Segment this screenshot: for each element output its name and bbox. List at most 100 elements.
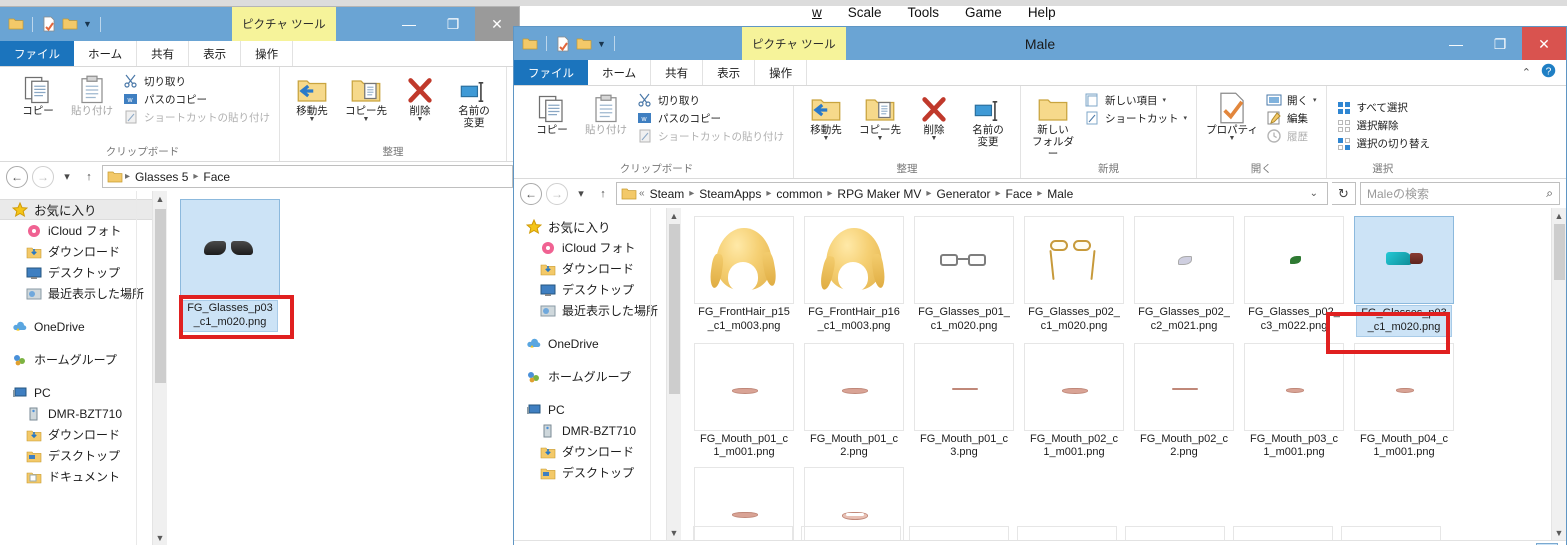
minimize-button-left[interactable]: — bbox=[387, 7, 431, 41]
quick-access-toolbar-left[interactable]: ▼ bbox=[0, 7, 104, 41]
file-item[interactable]: FG_Glasses_p02_c1_m020.png bbox=[1021, 216, 1127, 337]
file-thumbnail-partial[interactable] bbox=[801, 526, 901, 540]
file-grid-right[interactable]: FG_FrontHair_p15_c1_m003.png FG_FrontHai… bbox=[681, 208, 1551, 540]
breadcrumb-item-common[interactable]: common bbox=[773, 187, 825, 201]
new-folder-icon[interactable] bbox=[62, 16, 78, 32]
help-icon[interactable]: ? bbox=[1541, 63, 1556, 83]
move-to-button-left[interactable]: 移動先 ▼ bbox=[286, 69, 338, 123]
maximize-button-left[interactable]: ❐ bbox=[431, 7, 475, 41]
ribbon-tabs-left[interactable]: ファイル ホーム 共有 表示 操作 bbox=[0, 41, 519, 67]
delete-caret-icon[interactable]: ▼ bbox=[417, 116, 424, 123]
rename-button-left[interactable]: 名前の 変更 bbox=[448, 69, 500, 129]
file-list-scrollbar-right[interactable]: ▲ ▼ bbox=[1551, 208, 1566, 540]
file-name[interactable]: FG_Mouth_p01_c1_m001.png bbox=[696, 432, 792, 462]
file-name[interactable]: FG_Glasses_p02_c2_m021.png bbox=[1136, 305, 1232, 335]
file-item[interactable]: FG_Mouth_p04_c1_m001.png bbox=[1351, 342, 1457, 462]
maximize-button-right[interactable]: ❐ bbox=[1478, 27, 1522, 61]
breadcrumb-item-generator[interactable]: Generator bbox=[933, 187, 993, 201]
navigation-list-left[interactable]: お気に入り iCloud フォト ダウンロード デスクトップ 最近表示した場所 … bbox=[0, 191, 152, 487]
breadcrumb-item-male[interactable]: Male bbox=[1044, 187, 1076, 201]
scroll-thumb-left[interactable] bbox=[155, 209, 166, 383]
scroll-down-arrow-left[interactable]: ▼ bbox=[153, 530, 167, 545]
back-button-right[interactable]: ← bbox=[520, 182, 542, 205]
sidebar-item-onedrive[interactable]: OneDrive bbox=[0, 316, 152, 337]
menu-item-scale[interactable]: Scale bbox=[848, 5, 882, 20]
copy-to-button-right[interactable]: コピー先 ▼ bbox=[854, 88, 906, 142]
file-name[interactable]: FG_Glasses_p02_c3_m022.png bbox=[1246, 305, 1342, 335]
paste-button-left[interactable]: 貼り付け bbox=[66, 69, 118, 117]
recent-locations-chevron-down-icon-right[interactable]: ▾ bbox=[572, 187, 590, 200]
sidebar-item-documents[interactable]: ドキュメント bbox=[0, 466, 152, 487]
file-list-left[interactable]: FG_Glasses_p03_c1_m020.png bbox=[167, 191, 519, 545]
background-app-menubar[interactable]: w Scale Tools Game Help bbox=[812, 5, 1056, 20]
file-name[interactable]: FG_Mouth_p03_c1_m001.png bbox=[1246, 432, 1342, 462]
file-item[interactable]: FG_FrontHair_p15_c1_m003.png bbox=[691, 216, 797, 337]
file-thumbnail-partial[interactable] bbox=[1125, 526, 1225, 540]
sidebar-item-icloud-photos-right[interactable]: iCloud フォト bbox=[514, 237, 666, 258]
file-name[interactable]: FG_Mouth_p01_c2.png bbox=[806, 432, 902, 462]
file-item-selected-right[interactable]: FG_Glasses_p03_c1_m020.png bbox=[1351, 216, 1457, 337]
window-controls-left[interactable]: — ❐ ✕ bbox=[387, 7, 519, 41]
move-to-caret-icon[interactable]: ▼ bbox=[309, 116, 316, 123]
file-item[interactable]: FG_Mouth_p03_c1_m001.png bbox=[1241, 342, 1347, 462]
sidebar-item-recent-places[interactable]: 最近表示した場所 bbox=[0, 283, 152, 304]
copy-button-left[interactable]: コピー bbox=[12, 69, 64, 117]
edit-button-right[interactable]: 編集 bbox=[1263, 109, 1320, 127]
sidebar-item-desktop-right[interactable]: デスクトップ bbox=[514, 279, 666, 300]
sidebar-item-downloads-right[interactable]: ダウンロード bbox=[514, 258, 666, 279]
cut-button-right[interactable]: 切り取り bbox=[634, 91, 787, 109]
chevron-up-icon[interactable]: ⌃ bbox=[1522, 66, 1531, 79]
window-controls-right[interactable]: — ❐ ✕ bbox=[1434, 27, 1566, 61]
sidebar-item-favorites-right[interactable]: お気に入り bbox=[514, 216, 666, 237]
address-bar-left[interactable]: ← → ▾ ↑ ▸ Glasses 5 ▸ Face bbox=[0, 162, 519, 191]
file-name[interactable]: FG_Mouth_p02_c2.png bbox=[1136, 432, 1232, 462]
file-thumbnail-partial[interactable] bbox=[693, 526, 793, 540]
tab-file-right[interactable]: ファイル bbox=[514, 60, 588, 85]
navigation-list-right[interactable]: お気に入り iCloud フォト ダウンロード デスクトップ 最近表示した場所 … bbox=[514, 208, 666, 483]
new-folder-button-right[interactable]: 新しい フォルダー bbox=[1027, 88, 1079, 160]
folder-icon[interactable] bbox=[8, 16, 24, 32]
properties-icon[interactable] bbox=[555, 36, 571, 52]
forward-button-right[interactable]: → bbox=[546, 182, 568, 205]
navpane-scrollbar-right[interactable]: ▲ ▼ bbox=[666, 208, 681, 540]
paste-shortcut-button-left[interactable]: ショートカットの貼り付け bbox=[120, 108, 273, 126]
file-name[interactable]: FG_Glasses_p01_c1_m020.png bbox=[916, 305, 1012, 335]
delete-button-right[interactable]: 削除 ▼ bbox=[908, 88, 960, 142]
sidebar-item-pc-right[interactable]: PC bbox=[514, 399, 666, 420]
navpane-scrollbar-left[interactable]: ▲ ▼ bbox=[152, 191, 167, 545]
select-all-button-right[interactable]: すべて選択 bbox=[1333, 99, 1434, 117]
history-button-right[interactable]: 履歴 bbox=[1263, 127, 1320, 145]
breadcrumb-item-face[interactable]: Face bbox=[200, 170, 233, 184]
scroll-up-arrow-files-right[interactable]: ▲ bbox=[1552, 208, 1566, 223]
file-thumbnail-partial[interactable] bbox=[1341, 526, 1441, 540]
file-name[interactable]: FG_FrontHair_p15_c1_m003.png bbox=[696, 305, 792, 335]
breadcrumb-overflow[interactable]: « bbox=[639, 188, 645, 199]
file-item[interactable]: FG_Mouth_p01_c1_m001.png bbox=[691, 342, 797, 462]
ribbon-right[interactable]: コピー 貼り付け 切り取り w パスのコピー ショートカットの貼り付け クリップ… bbox=[514, 86, 1566, 179]
explorer-window-face[interactable]: ▼ Face ピクチャ ツール — ❐ ✕ ファイル ホーム 共有 表示 操作 bbox=[0, 6, 584, 545]
file-item[interactable]: FG_Mouth_p02_c1_m001.png bbox=[1021, 342, 1127, 462]
file-name[interactable]: FG_Mouth_p04_c1_m001.png bbox=[1356, 432, 1452, 462]
invert-selection-button-right[interactable]: 選択の切り替え bbox=[1333, 135, 1434, 153]
address-bar-right[interactable]: ← → ▾ ↑ « Steam ▸ SteamApps ▸ common ▸ R… bbox=[514, 179, 1566, 208]
scroll-up-arrow-navpane-right[interactable]: ▲ bbox=[667, 208, 681, 223]
sidebar-item-favorites[interactable]: お気に入り bbox=[0, 199, 152, 220]
breadcrumb-item-steam[interactable]: Steam bbox=[647, 187, 688, 201]
breadcrumb-item-glasses5[interactable]: Glasses 5 bbox=[132, 170, 191, 184]
file-name[interactable]: FG_Mouth_p02_c1_m001.png bbox=[1026, 432, 1122, 462]
file-thumbnail-partial[interactable] bbox=[909, 526, 1009, 540]
copy-to-caret-icon[interactable]: ▼ bbox=[877, 135, 884, 142]
file-thumbnail-partial[interactable] bbox=[1233, 526, 1333, 540]
menu-item-game[interactable]: Game bbox=[965, 5, 1002, 20]
tab-home-right[interactable]: ホーム bbox=[588, 60, 652, 85]
forward-button-left[interactable]: → bbox=[32, 165, 54, 188]
tab-file-left[interactable]: ファイル bbox=[0, 41, 74, 66]
menu-item-tools[interactable]: Tools bbox=[908, 5, 940, 20]
move-to-caret-icon[interactable]: ▼ bbox=[823, 135, 830, 142]
navigation-pane-right[interactable]: お気に入り iCloud フォト ダウンロード デスクトップ 最近表示した場所 … bbox=[514, 208, 666, 540]
new-folder-icon[interactable] bbox=[576, 36, 592, 52]
breadcrumb-left[interactable]: ▸ Glasses 5 ▸ Face bbox=[102, 165, 513, 188]
up-button-left[interactable]: ↑ bbox=[80, 171, 98, 183]
file-name-left[interactable]: FG_Glasses_p03_c1_m020.png bbox=[182, 300, 278, 332]
scroll-down-arrow-files-right[interactable]: ▼ bbox=[1552, 525, 1566, 540]
